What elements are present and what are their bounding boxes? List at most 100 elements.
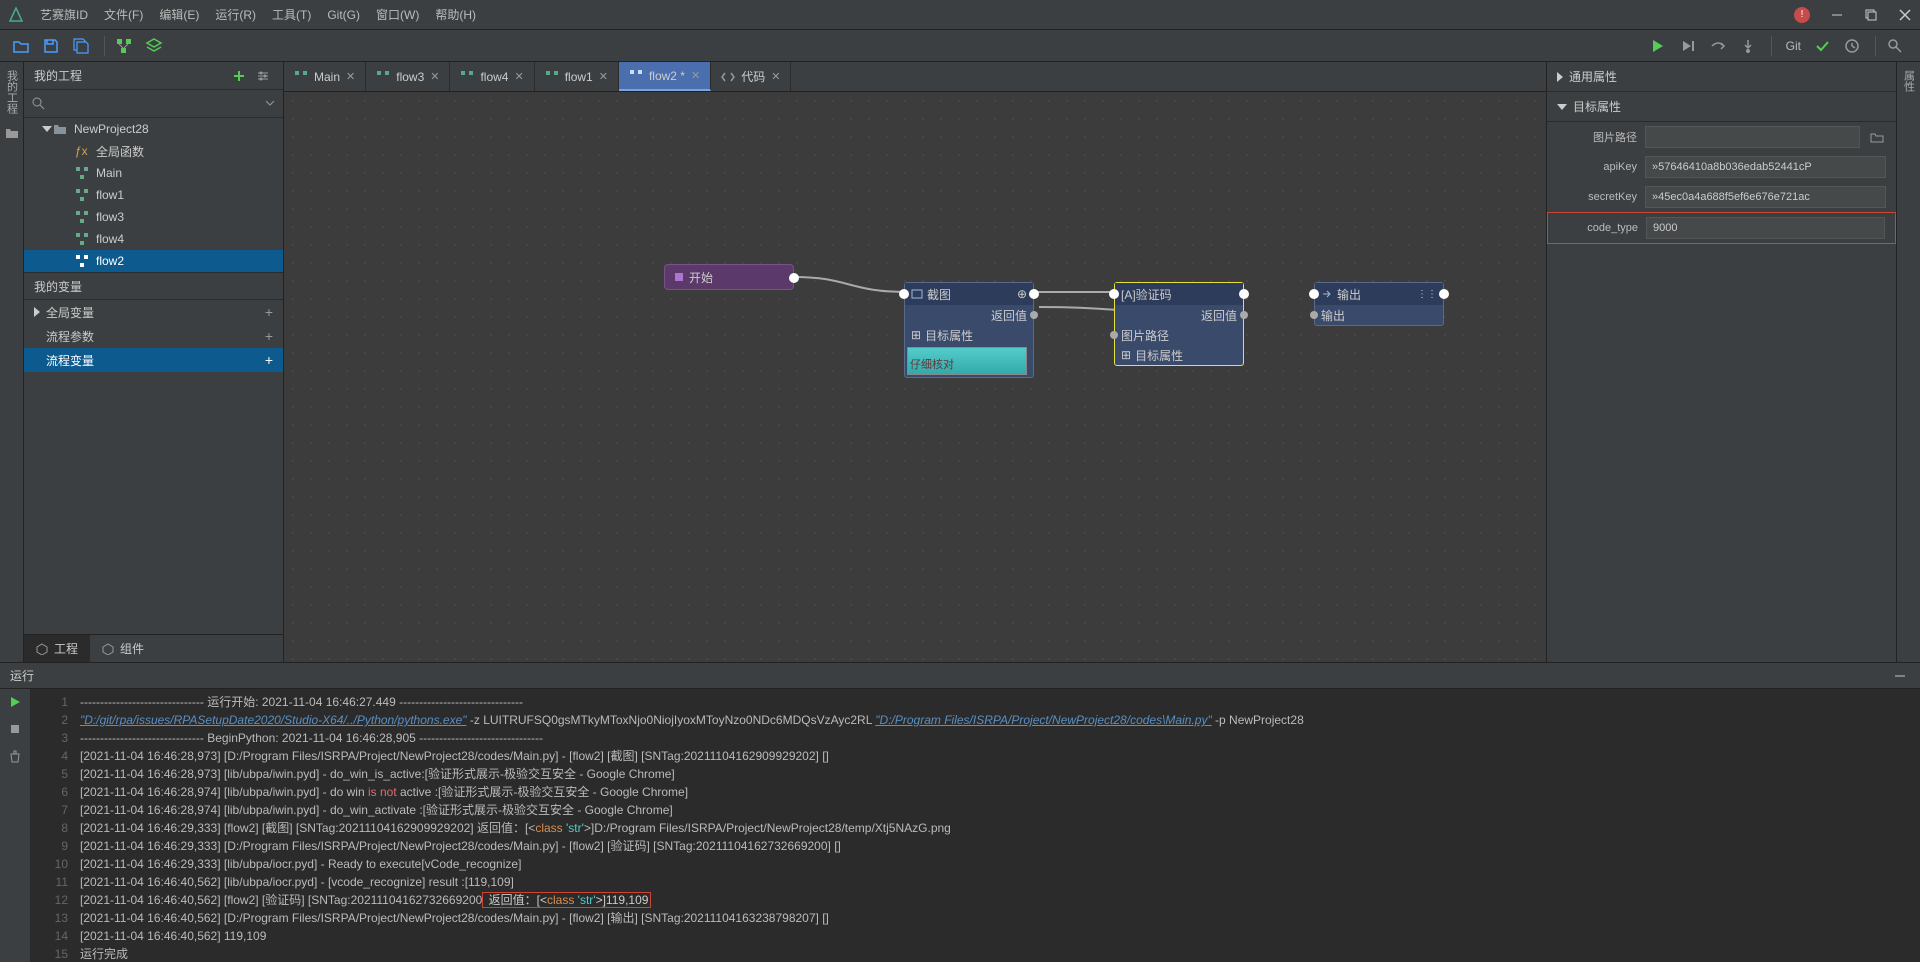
node-output[interactable]: 输出⋮⋮ 输出 [1314, 282, 1444, 326]
tree-item-flow3[interactable]: flow3 [24, 206, 283, 228]
close-icon[interactable]: ✕ [514, 70, 523, 83]
port-in[interactable] [1109, 289, 1119, 299]
minimize-button[interactable] [1830, 8, 1844, 22]
git-commit-button[interactable] [1809, 33, 1835, 59]
port-out[interactable] [1439, 289, 1449, 299]
left-rail: 我的工程 [0, 62, 24, 662]
tab-main[interactable]: Main✕ [284, 62, 366, 91]
imagepath-input[interactable] [1645, 126, 1860, 148]
tree-item-flow1[interactable]: flow1 [24, 184, 283, 206]
project-search-input[interactable] [46, 97, 265, 111]
save-button[interactable] [38, 33, 64, 59]
notification-badge[interactable]: ! [1794, 7, 1810, 23]
port-in[interactable] [1309, 289, 1319, 299]
tab-flow3[interactable]: flow3✕ [366, 62, 450, 91]
add-button[interactable] [229, 66, 249, 86]
browse-button[interactable] [1868, 128, 1886, 146]
prop-section-target[interactable]: 目标属性 [1547, 92, 1896, 122]
flow-canvas[interactable]: 开始 截图⊕ 返回值 ⊞目标属性 仔细核对 [A]验证码 返回值 图片路径 ⊞目… [284, 92, 1546, 662]
tree-item-main[interactable]: Main [24, 162, 283, 184]
run-button[interactable] [1645, 33, 1671, 59]
history-button[interactable] [1839, 33, 1865, 59]
step-into-button[interactable] [1735, 33, 1761, 59]
menu-edit[interactable]: 编辑(E) [151, 6, 207, 23]
node-start[interactable]: 开始 [664, 264, 794, 290]
layers-button[interactable] [141, 33, 167, 59]
tree-item-globals[interactable]: ƒx全局函数 [24, 140, 283, 162]
target-icon[interactable]: ⊕ [1017, 287, 1027, 301]
debug-button[interactable] [1675, 33, 1701, 59]
left-tab-components[interactable]: 组件 [90, 635, 156, 662]
left-tab-project[interactable]: 工程 [24, 635, 90, 662]
menu-git[interactable]: Git(G) [319, 8, 368, 22]
var-row-params[interactable]: 流程参数+ [24, 324, 283, 348]
tree-root[interactable]: NewProject28 [24, 118, 283, 140]
tab-flow4[interactable]: flow4✕ [450, 62, 534, 91]
prop-section-general[interactable]: 通用属性 [1547, 62, 1896, 92]
tree-item-flow2[interactable]: flow2 [24, 250, 283, 272]
node-screenshot[interactable]: 截图⊕ 返回值 ⊞目标属性 仔细核对 [904, 282, 1034, 378]
maximize-button[interactable] [1864, 8, 1878, 22]
port-out[interactable] [1240, 311, 1248, 319]
menu-file[interactable]: 文件(F) [96, 6, 151, 23]
close-button[interactable] [1898, 8, 1912, 22]
expand-icon[interactable] [1557, 72, 1563, 82]
menu-tools[interactable]: 工具(T) [264, 6, 319, 23]
collapse-icon[interactable] [1557, 104, 1567, 110]
tab-flow1[interactable]: flow1✕ [535, 62, 619, 91]
close-icon[interactable]: ✕ [771, 70, 780, 83]
run-button[interactable] [8, 695, 22, 712]
flow-icon [294, 70, 308, 84]
flow-icon [74, 187, 90, 203]
filter-dropdown[interactable] [265, 97, 275, 111]
close-icon[interactable]: ✕ [599, 70, 608, 83]
open-button[interactable] [8, 33, 34, 59]
tab-flow2[interactable]: flow2 *✕ [619, 62, 711, 91]
clear-button[interactable] [8, 749, 22, 766]
port-out[interactable] [789, 273, 799, 283]
grip-icon[interactable]: ⋮⋮ [1417, 289, 1437, 300]
port-out[interactable] [1239, 289, 1249, 299]
step-over-button[interactable] [1705, 33, 1731, 59]
flow-icon [74, 209, 90, 225]
port-out[interactable] [1030, 311, 1038, 319]
port-in[interactable] [899, 289, 909, 299]
search-button[interactable] [1882, 33, 1908, 59]
save-all-button[interactable] [68, 33, 94, 59]
var-row-global[interactable]: 全局变量+ [24, 300, 283, 324]
port-in[interactable] [1310, 311, 1318, 319]
console-output[interactable]: 1------------------------------- 运行开始: 2… [30, 689, 1920, 962]
menu-window[interactable]: 窗口(W) [368, 6, 427, 23]
close-icon[interactable]: ✕ [346, 70, 355, 83]
flow-icon [460, 70, 474, 84]
secretkey-input[interactable] [1645, 186, 1886, 208]
titlebar: 艺赛旗ID 文件(F) 编辑(E) 运行(R) 工具(T) Git(G) 窗口(… [0, 0, 1920, 30]
expand-icon[interactable]: ⊞ [1121, 348, 1131, 362]
tab-code[interactable]: 代码✕ [711, 62, 791, 91]
var-row-flowvars[interactable]: 流程变量+ [24, 348, 283, 372]
right-rail-label[interactable]: 属性 [1901, 70, 1917, 92]
expand-icon[interactable] [42, 126, 52, 132]
close-icon[interactable]: ✕ [430, 70, 439, 83]
tree-item-flow4[interactable]: flow4 [24, 228, 283, 250]
add-icon[interactable]: + [265, 328, 273, 344]
close-icon[interactable]: ✕ [691, 69, 700, 82]
menu-help[interactable]: 帮助(H) [427, 6, 484, 23]
flow-button[interactable] [111, 33, 137, 59]
left-rail-label[interactable]: 我的工程 [4, 70, 20, 114]
expand-icon[interactable] [34, 307, 40, 317]
expand-icon[interactable]: ⊞ [911, 328, 921, 342]
apikey-input[interactable] [1645, 156, 1886, 178]
stop-button[interactable] [8, 722, 22, 739]
settings-icon[interactable] [253, 66, 273, 86]
add-icon[interactable]: + [265, 352, 273, 368]
port-out[interactable] [1029, 289, 1039, 299]
port-in[interactable] [1110, 331, 1118, 339]
git-label[interactable]: Git [1778, 39, 1809, 53]
codetype-input[interactable] [1646, 217, 1885, 239]
function-icon: ƒx [74, 143, 90, 159]
add-icon[interactable]: + [265, 304, 273, 320]
minimize-panel-button[interactable] [1890, 666, 1910, 686]
node-captcha[interactable]: [A]验证码 返回值 图片路径 ⊞目标属性 [1114, 282, 1244, 366]
menu-run[interactable]: 运行(R) [207, 6, 264, 23]
